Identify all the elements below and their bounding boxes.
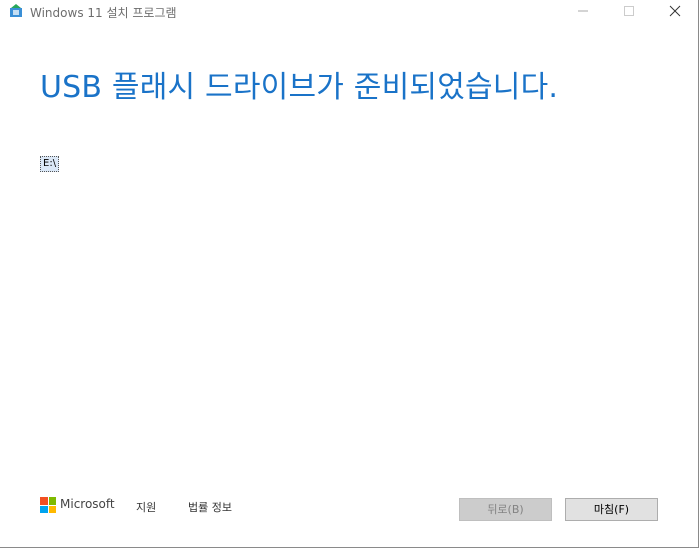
back-button[interactable]: 뒤로(B) (459, 498, 552, 521)
minimize-icon (578, 10, 588, 12)
setup-window: Windows 11 설치 프로그램 USB 플래시 드라이브가 준비되었습니다… (0, 0, 699, 548)
finish-button[interactable]: 마침(F) (565, 498, 658, 521)
microsoft-logo-icon (40, 497, 56, 513)
legal-info-link[interactable]: 법률 정보 (188, 499, 232, 515)
support-link[interactable]: 지원 (136, 499, 156, 515)
page-heading: USB 플래시 드라이브가 준비되었습니다. (40, 70, 559, 105)
maximize-button[interactable] (606, 0, 652, 22)
window-title: Windows 11 설치 프로그램 (30, 6, 177, 20)
minimize-button[interactable] (560, 0, 606, 22)
title-bar[interactable]: Windows 11 설치 프로그램 (0, 0, 698, 22)
maximize-icon (624, 6, 634, 16)
setup-app-icon (8, 3, 24, 19)
close-button[interactable] (652, 0, 698, 22)
usb-drive-item[interactable]: E:\ (40, 156, 60, 172)
close-icon (669, 5, 681, 17)
microsoft-brand-text: Microsoft (60, 497, 115, 511)
